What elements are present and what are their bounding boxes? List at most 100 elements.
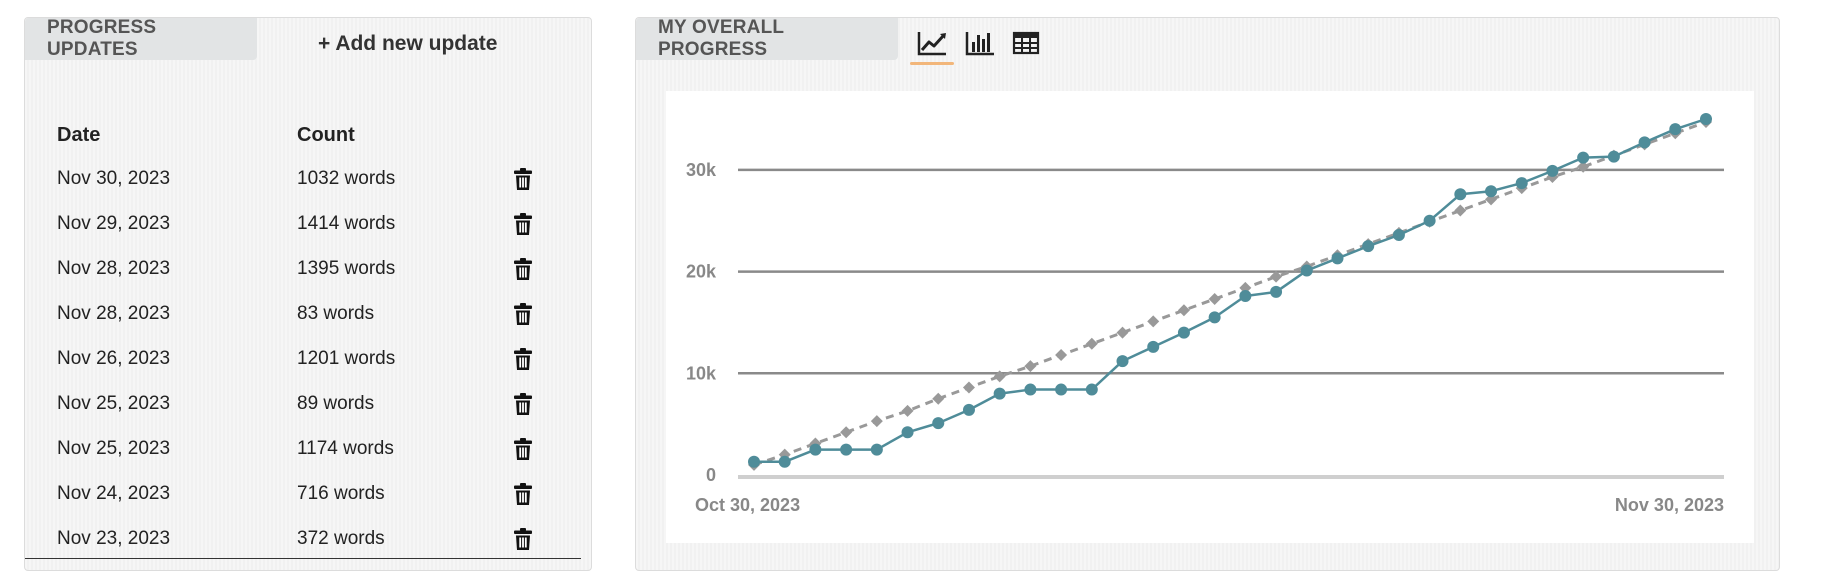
actual-point xyxy=(1055,383,1068,396)
target-point xyxy=(932,392,945,405)
actual-point xyxy=(748,455,760,468)
actual-point xyxy=(1700,113,1712,125)
trash-icon[interactable] xyxy=(513,302,535,326)
actual-point xyxy=(1577,151,1590,164)
update-count: 372 words xyxy=(297,528,385,549)
actual-point xyxy=(1147,340,1160,353)
actual-point xyxy=(962,403,975,416)
add-new-update-button[interactable]: + Add new update xyxy=(318,32,497,56)
list-item: Nov 29, 2023 1414 words xyxy=(25,201,581,246)
actual-point xyxy=(778,455,791,468)
list-item: Nov 25, 2023 89 words xyxy=(25,381,581,426)
update-date: Nov 24, 2023 xyxy=(57,483,171,504)
x-tick-label: Nov 30, 2023 xyxy=(1615,495,1724,515)
actual-point xyxy=(932,417,945,430)
trash-icon[interactable] xyxy=(513,212,535,236)
overall-progress-panel: MY OVERALL PROGRESS 0 10k 20k 30k Oct 30… xyxy=(635,17,1780,571)
trash-icon[interactable] xyxy=(513,257,535,281)
line-chart-icon[interactable] xyxy=(910,24,954,65)
update-date: Nov 28, 2023 xyxy=(57,303,171,324)
update-count: 716 words xyxy=(297,483,385,504)
trash-icon[interactable] xyxy=(513,527,535,551)
target-point xyxy=(870,415,883,428)
list-item: Nov 23, 2023 372 words xyxy=(25,516,581,558)
actual-point xyxy=(1270,285,1283,298)
update-count: 89 words xyxy=(297,393,375,414)
actual-point xyxy=(1331,252,1344,265)
target-point xyxy=(1454,204,1467,217)
target-point xyxy=(840,426,853,439)
actual-point xyxy=(1607,150,1620,163)
chart-svg: 0 10k 20k 30k Oct 30, 2023 Nov 30, 2023 xyxy=(686,113,1724,515)
bar-chart-icon[interactable] xyxy=(958,24,1002,62)
target-point xyxy=(1024,360,1037,373)
target-series-line xyxy=(753,120,1707,467)
y-tick-label: 20k xyxy=(686,262,717,282)
actual-point xyxy=(1669,123,1682,136)
target-point xyxy=(1147,315,1160,328)
progress-updates-tab[interactable]: PROGRESS UPDATES xyxy=(25,17,257,60)
actual-point xyxy=(1362,240,1375,253)
update-date: Nov 25, 2023 xyxy=(57,438,171,459)
update-date: Nov 30, 2023 xyxy=(57,168,171,189)
count-column-header: Count xyxy=(297,124,355,146)
target-point xyxy=(962,381,975,394)
trash-icon[interactable] xyxy=(513,392,535,416)
actual-point xyxy=(809,443,822,456)
actual-point xyxy=(1515,177,1528,190)
y-tick-label: 10k xyxy=(686,363,717,383)
actual-point xyxy=(901,426,914,439)
update-count: 1174 words xyxy=(297,438,394,459)
trash-icon[interactable] xyxy=(513,437,535,461)
target-point xyxy=(901,404,914,417)
trash-icon[interactable] xyxy=(513,347,535,371)
actual-point xyxy=(1177,326,1190,339)
target-point xyxy=(1085,337,1098,350)
actual-point xyxy=(1485,185,1498,198)
actual-point xyxy=(1546,164,1559,177)
update-count: 1032 words xyxy=(297,168,396,189)
target-point xyxy=(1055,348,1068,361)
progress-chart: 0 10k 20k 30k Oct 30, 2023 Nov 30, 2023 xyxy=(666,91,1754,543)
update-count: 1201 words xyxy=(297,348,396,369)
progress-updates-panel: PROGRESS UPDATES + Add new update Date C… xyxy=(24,17,592,571)
actual-point xyxy=(1239,289,1252,302)
list-item: Nov 28, 2023 83 words xyxy=(25,291,581,336)
updates-list[interactable]: Nov 30, 2023 1032 words Nov 29, 2023 1414 w… xyxy=(25,156,581,559)
list-item: Nov 25, 2023 1174 words xyxy=(25,426,581,471)
update-date: Nov 28, 2023 xyxy=(57,258,171,279)
list-item: Nov 28, 2023 1395 words xyxy=(25,246,581,291)
actual-point xyxy=(1638,136,1651,149)
actual-point xyxy=(1024,383,1037,396)
update-count: 1414 words xyxy=(297,213,396,234)
update-date: Nov 29, 2023 xyxy=(57,213,171,234)
trash-icon[interactable] xyxy=(513,167,535,191)
overall-progress-tab[interactable]: MY OVERALL PROGRESS xyxy=(636,17,898,60)
actual-point xyxy=(840,443,853,456)
actual-point xyxy=(870,443,883,456)
update-date: Nov 26, 2023 xyxy=(57,348,171,369)
actual-point xyxy=(1454,188,1467,201)
update-count: 83 words xyxy=(297,303,375,324)
list-item: Nov 26, 2023 1201 words xyxy=(25,336,581,381)
trash-icon[interactable] xyxy=(513,482,535,506)
actual-point xyxy=(1085,383,1098,396)
actual-point xyxy=(1208,311,1221,324)
actual-point xyxy=(1116,355,1129,368)
date-column-header: Date xyxy=(57,124,101,146)
update-count: 1395 words xyxy=(297,258,396,279)
y-tick-label: 0 xyxy=(706,465,716,485)
actual-point xyxy=(1392,228,1405,241)
target-point xyxy=(1177,304,1190,317)
actual-point xyxy=(1423,214,1436,227)
actual-point xyxy=(993,387,1006,400)
target-point xyxy=(1208,293,1221,306)
x-tick-label: Oct 30, 2023 xyxy=(695,495,800,515)
table-icon[interactable] xyxy=(1004,24,1048,62)
list-item: Nov 30, 2023 1032 words xyxy=(25,156,581,201)
update-date: Nov 23, 2023 xyxy=(57,528,171,549)
update-date: Nov 25, 2023 xyxy=(57,393,171,414)
target-point xyxy=(1116,326,1129,339)
y-tick-label: 30k xyxy=(686,160,717,180)
list-item: Nov 24, 2023 716 words xyxy=(25,471,581,516)
